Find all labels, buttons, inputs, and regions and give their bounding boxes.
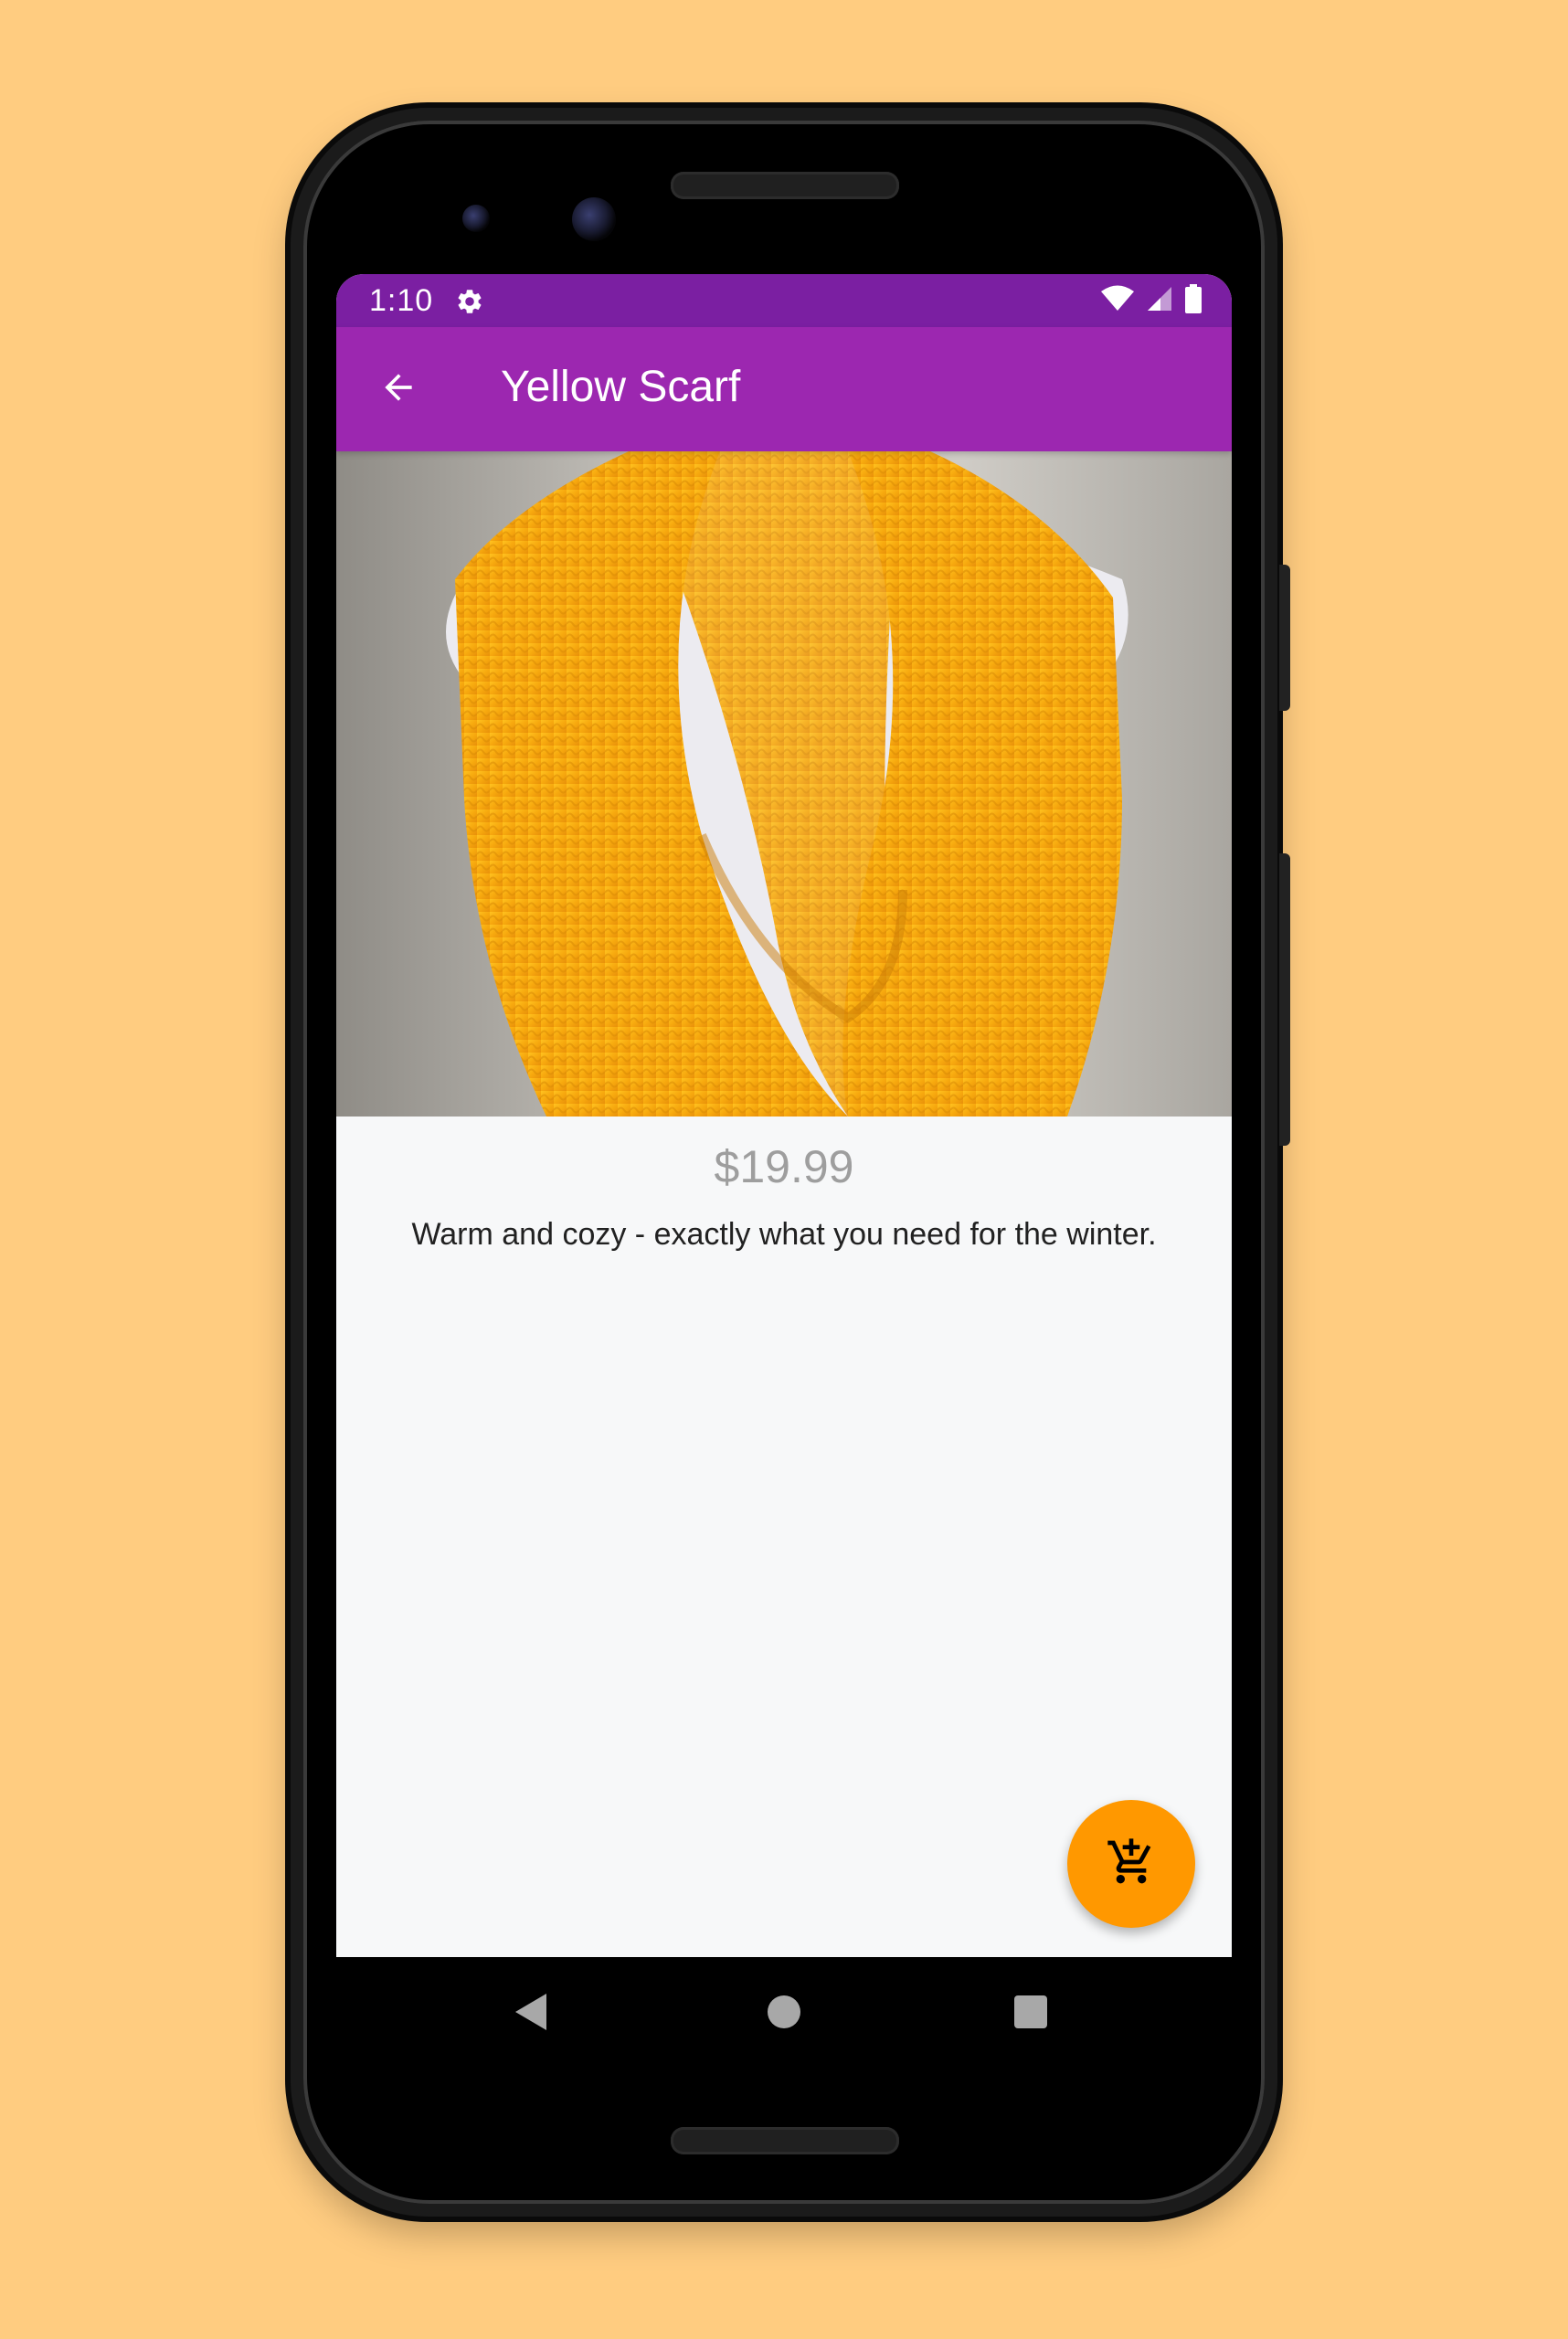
page-title: Yellow Scarf — [501, 363, 741, 411]
product-price: $19.99 — [714, 1141, 854, 1192]
status-time: 1:10 — [369, 283, 434, 318]
wifi-icon — [1100, 285, 1135, 317]
volume-button — [1279, 853, 1290, 1146]
top-speaker — [671, 172, 899, 199]
system-navigation-bar — [336, 1957, 1232, 2067]
cellular-signal-icon — [1146, 285, 1173, 317]
power-button — [1279, 565, 1290, 711]
add-shopping-cart-icon — [1106, 1836, 1157, 1892]
gear-icon — [455, 287, 484, 316]
app-bar: Yellow Scarf — [336, 327, 1232, 451]
product-description: Warm and cozy - exactly what you need fo… — [411, 1217, 1157, 1252]
nav-back-button[interactable] — [515, 1994, 546, 2030]
arrow-back-icon — [378, 367, 418, 412]
front-camera-right — [572, 197, 616, 241]
nav-home-button[interactable] — [768, 1995, 800, 2028]
status-icons — [1100, 283, 1202, 318]
front-camera-left — [462, 205, 490, 232]
battery-icon — [1184, 283, 1202, 318]
nav-recents-button[interactable] — [1014, 1995, 1047, 2028]
bottom-speaker — [671, 2127, 899, 2154]
add-to-cart-button[interactable] — [1067, 1800, 1195, 1928]
back-button[interactable] — [373, 364, 424, 415]
product-image — [336, 451, 1232, 1117]
app-screen: 1:10 Yellow Scarf $19.99 Warm and cozy -… — [336, 274, 1232, 1957]
status-bar: 1:10 — [336, 274, 1232, 327]
